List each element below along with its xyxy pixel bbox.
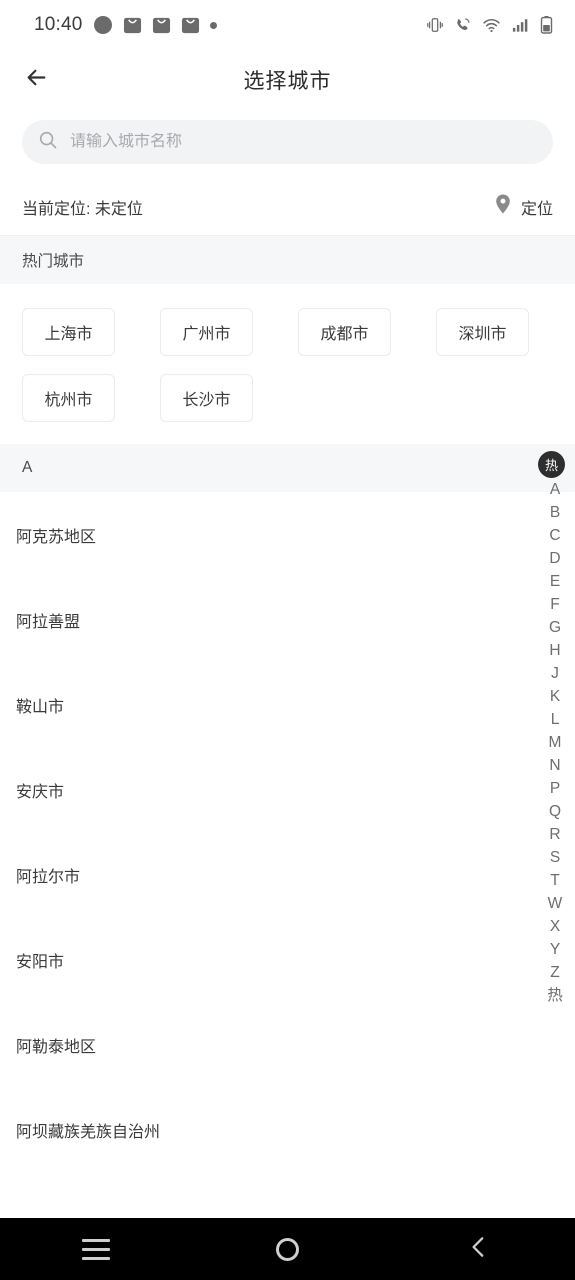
city-list-item[interactable]: 鞍山市 [0, 662, 575, 747]
index-letter-X[interactable]: X [535, 915, 575, 938]
search-box[interactable] [22, 120, 553, 164]
battery-icon [540, 15, 553, 35]
hot-section-title: 热门城市 [22, 253, 85, 270]
dot-icon [209, 21, 217, 29]
map-pin-icon [494, 193, 512, 220]
menu-icon [81, 1238, 110, 1260]
hot-city-chip[interactable]: 深圳市 [436, 308, 529, 356]
index-letter-Z[interactable]: Z [535, 961, 575, 984]
index-letter-L[interactable]: L [535, 708, 575, 731]
mail-icon [152, 16, 171, 35]
hot-city-chip[interactable]: 上海市 [22, 308, 115, 356]
index-letter-P[interactable]: P [535, 777, 575, 800]
status-bar-right [426, 0, 553, 50]
index-letter-G[interactable]: G [535, 616, 575, 639]
current-location-label: 当前定位: 未定位 [22, 200, 143, 218]
index-letter-J[interactable]: J [535, 662, 575, 685]
hot-city-chip[interactable]: 长沙市 [160, 374, 253, 422]
city-list-item[interactable]: 阿勒泰地区 [0, 1002, 575, 1087]
search-input[interactable] [70, 133, 537, 151]
hot-city-chip[interactable]: 杭州市 [22, 374, 115, 422]
signal-icon [511, 16, 530, 34]
city-list-item[interactable]: 阿拉尔市 [0, 832, 575, 917]
search-container [0, 110, 575, 178]
circle-icon [275, 1237, 299, 1261]
current-location-row: 当前定位: 未定位 定位 [0, 178, 575, 236]
index-letter-K[interactable]: K [535, 685, 575, 708]
city-list-item[interactable]: 阿拉善盟 [0, 577, 575, 662]
status-time: 10:40 [34, 14, 83, 35]
index-letter-C[interactable]: C [535, 524, 575, 547]
page-title: 选择城市 [243, 70, 332, 93]
city-list-item[interactable]: 阿坝藏族羌族自治州 [0, 1087, 575, 1172]
index-letter-热[interactable]: 热 [535, 984, 575, 1007]
android-nav-bar [0, 1218, 575, 1280]
hot-section-header: 热门城市 [0, 236, 575, 284]
index-letter-T[interactable]: T [535, 869, 575, 892]
hot-city-chip[interactable]: 广州市 [160, 308, 253, 356]
locate-button-label: 定位 [520, 200, 553, 218]
index-letter-B[interactable]: B [535, 501, 575, 524]
mail-icon [181, 16, 200, 35]
hot-city-grid: 上海市 广州市 成都市 深圳市杭州市 长沙市 [0, 284, 575, 444]
index-letter-Q[interactable]: Q [535, 800, 575, 823]
index-letter-N[interactable]: N [535, 754, 575, 777]
mail-icon [123, 16, 142, 35]
wifi-call-icon [454, 16, 472, 34]
back-button[interactable] [14, 58, 58, 102]
index-letter-F[interactable]: F [535, 593, 575, 616]
search-icon [38, 130, 58, 155]
status-bar-left: 10:40 [0, 14, 217, 36]
city-list-item[interactable]: 阿克苏地区 [0, 492, 575, 577]
nav-recents-button[interactable] [51, 1218, 141, 1280]
index-letter-A[interactable]: A [535, 478, 575, 501]
index-letter-R[interactable]: R [535, 823, 575, 846]
index-letter-D[interactable]: D [535, 547, 575, 570]
index-letter-M[interactable]: M [535, 731, 575, 754]
wifi-icon [482, 16, 501, 35]
index-letter-E[interactable]: E [535, 570, 575, 593]
arrow-left-icon [23, 64, 50, 96]
status-bar: 10:40 [0, 0, 575, 50]
city-list-item[interactable]: 安庆市 [0, 747, 575, 832]
index-letter-W[interactable]: W [535, 892, 575, 915]
compass-icon [93, 15, 113, 35]
city-list-scroll[interactable]: 阿克苏地区 阿拉善盟 鞍山市 安庆市 阿拉尔市 安阳市 阿勒泰地区 阿坝藏族羌族自治州 [0, 492, 575, 1228]
city-list-item[interactable]: 安阳市 [0, 917, 575, 1002]
locate-button[interactable]: 定位 [494, 193, 553, 220]
index-badge: 热 [538, 451, 565, 478]
index-letter-Y[interactable]: Y [535, 938, 575, 961]
letter-section-title: A [22, 459, 33, 476]
chevron-left-icon [466, 1234, 492, 1265]
index-letter-H[interactable]: H [535, 639, 575, 662]
letter-section-header-a: A [0, 444, 575, 492]
title-bar: 选择城市 [0, 50, 575, 110]
index-letter-S[interactable]: S [535, 846, 575, 869]
hot-city-chip[interactable]: 成都市 [298, 308, 391, 356]
nav-home-button[interactable] [242, 1218, 332, 1280]
city-picker-screen: 10:40 选择城市 请输入城市名称 当前定位: 未定位 定位 热门城市 上海市… [0, 0, 575, 1280]
vibrate-icon [426, 16, 444, 34]
nav-back-button[interactable] [434, 1218, 524, 1280]
alphabet-index-bar[interactable]: ABCDEFGHJKLMNPQRSTWXYZ热 [535, 478, 575, 1007]
city-list: 阿克苏地区 阿拉善盟 鞍山市 安庆市 阿拉尔市 安阳市 阿勒泰地区 阿坝藏族羌族自治州 [0, 492, 575, 1172]
